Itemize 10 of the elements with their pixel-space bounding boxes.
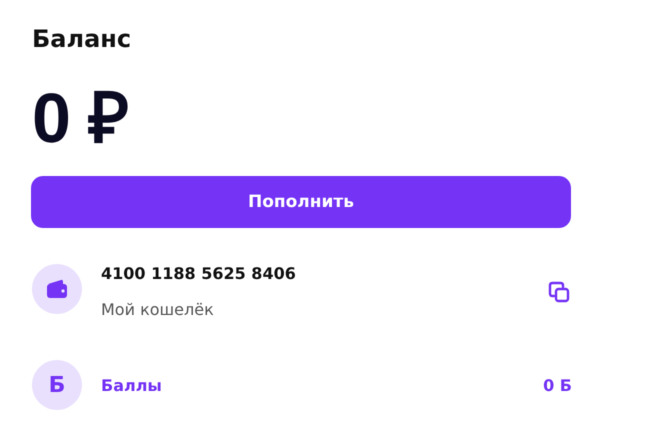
points-label[interactable]: Баллы [101,376,544,394]
card-number: 4100 1188 5625 8406 [101,264,297,284]
balance-amount: 0 ₽ [32,78,130,159]
wallet-icon [32,264,82,314]
points-icon: Б [32,360,82,410]
points-value: 0 Б [543,376,572,394]
top-up-button[interactable]: Пополнить [31,176,571,228]
page-title: Баланс [32,24,132,55]
copy-icon[interactable] [547,280,571,304]
wallet-name: Мой кошелёк [101,300,215,320]
